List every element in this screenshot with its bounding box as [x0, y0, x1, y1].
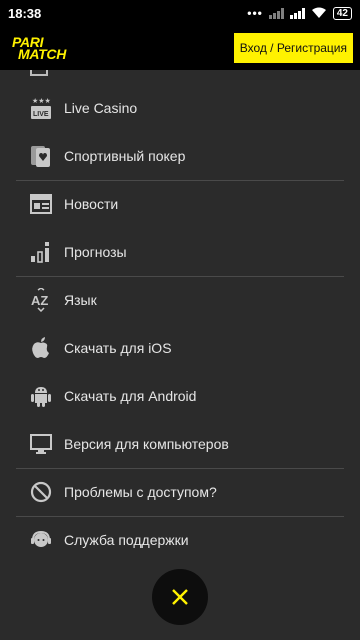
- logo-line2: MATCH: [18, 46, 67, 62]
- svg-text:AZ: AZ: [31, 293, 48, 308]
- menu-item-access-problems[interactable]: Проблемы с доступом?: [16, 468, 344, 516]
- status-bar: 18:38 ••• 42: [0, 0, 360, 26]
- menu-item-news[interactable]: Новости: [16, 180, 344, 228]
- signal-icon-2: [289, 7, 305, 19]
- menu-item-forecasts[interactable]: Прогнозы: [16, 228, 344, 276]
- menu-item-label: Live Casino: [64, 100, 138, 116]
- menu-item-support[interactable]: Служба поддержки: [16, 516, 344, 564]
- more-dots-icon: •••: [247, 6, 263, 20]
- close-icon: [172, 589, 188, 605]
- menu-item-live-casino[interactable]: ★★★ LIVE Live Casino: [16, 84, 344, 132]
- menu-item-label: Версия для компьютеров: [64, 436, 229, 452]
- menu-item-label: Служба поддержки: [64, 532, 189, 548]
- menu-item-desktop-version[interactable]: Версия для компьютеров: [16, 420, 344, 468]
- news-icon: [28, 191, 54, 217]
- app-header: PARI MATCH Вход / Регистрация: [0, 26, 360, 70]
- svg-text:LIVE: LIVE: [33, 111, 49, 118]
- menu-item-label: Спортивный покер: [64, 148, 186, 164]
- forecast-icon: [28, 239, 54, 265]
- menu-item-label: Язык: [64, 292, 97, 308]
- signal-icon: [268, 7, 284, 19]
- apple-icon: [28, 335, 54, 361]
- close-menu-button[interactable]: [152, 569, 208, 625]
- blocked-icon: [28, 479, 54, 505]
- desktop-monitor-icon: [28, 431, 54, 457]
- menu-item-poker[interactable]: Спортивный покер: [16, 132, 344, 180]
- poker-cards-icon: [28, 143, 54, 169]
- menu-item-label: Прогнозы: [64, 244, 127, 260]
- android-icon: [28, 383, 54, 409]
- login-register-button[interactable]: Вход / Регистрация: [233, 33, 353, 63]
- support-icon: [28, 527, 54, 553]
- status-time: 18:38: [8, 5, 42, 21]
- menu-item-download-ios[interactable]: Скачать для iOS: [16, 324, 344, 372]
- menu-item-label: Скачать для Android: [64, 388, 197, 404]
- language-az-icon: AZ: [28, 287, 54, 313]
- menu-item-download-android[interactable]: Скачать для Android: [16, 372, 344, 420]
- menu-item-label: Скачать для iOS: [64, 340, 172, 356]
- svg-text:★★★: ★★★: [32, 97, 51, 105]
- menu-item-label: Новости: [64, 196, 119, 212]
- wifi-icon: [311, 7, 326, 18]
- battery-icon: 42: [332, 6, 352, 20]
- partial-menu-icon: [30, 70, 48, 76]
- menu-item-label: Проблемы с доступом?: [64, 484, 217, 500]
- status-icons: ••• 42: [247, 6, 352, 20]
- live-casino-icon: ★★★ LIVE: [28, 95, 54, 121]
- parimatch-logo[interactable]: PARI MATCH: [12, 35, 67, 62]
- menu-item-language[interactable]: AZ Язык: [16, 276, 344, 324]
